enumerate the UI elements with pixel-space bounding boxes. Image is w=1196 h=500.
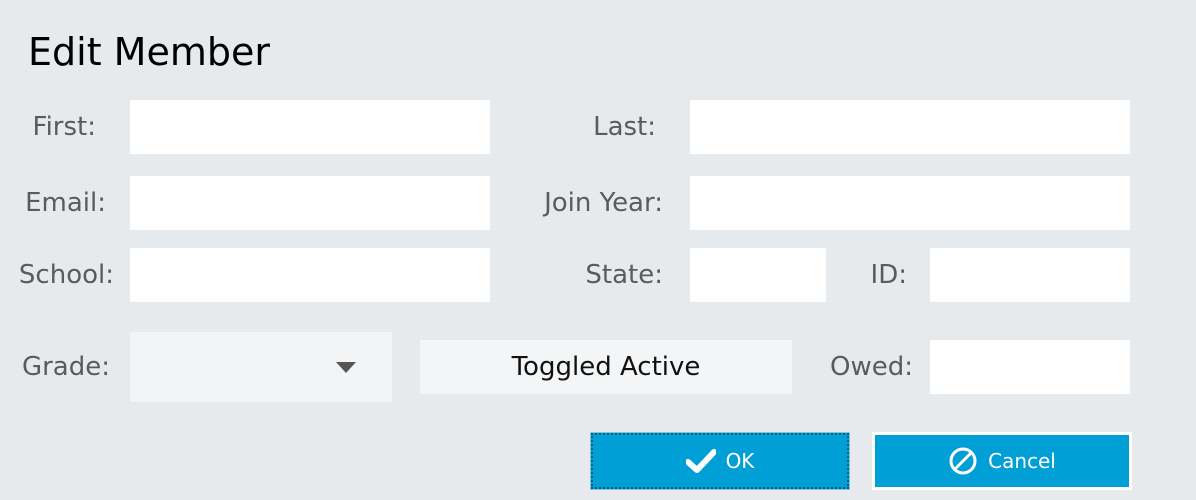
grade-label: Grade: [21,352,110,382]
cancel-button-label: Cancel [988,449,1056,473]
email-label: Email: [25,188,106,218]
join-year-label: Join Year: [544,188,663,218]
id-label: ID: [870,260,907,290]
owed-label: Owed: [830,352,913,382]
last-name-label: Last: [593,112,656,142]
grade-select[interactable] [130,332,392,402]
id-input[interactable] [930,248,1130,302]
first-name-label: First: [32,112,96,142]
email-input[interactable] [130,176,490,230]
ok-button[interactable]: OK [590,432,850,490]
cancel-icon [948,446,978,476]
cancel-button[interactable]: Cancel [872,432,1132,490]
school-input[interactable] [130,248,490,302]
school-label: School: [18,260,114,290]
join-year-input[interactable] [690,176,1130,230]
first-name-input[interactable] [130,100,490,154]
checkmark-icon [685,449,716,473]
owed-input[interactable] [930,340,1130,394]
state-label: State: [585,260,663,290]
state-input[interactable] [690,248,826,302]
toggle-active-button[interactable]: Toggled Active [420,340,792,394]
last-name-input[interactable] [690,100,1130,154]
ok-button-label: OK [725,449,755,473]
chevron-down-icon [336,362,356,373]
dialog-title: Edit Member [28,30,270,74]
